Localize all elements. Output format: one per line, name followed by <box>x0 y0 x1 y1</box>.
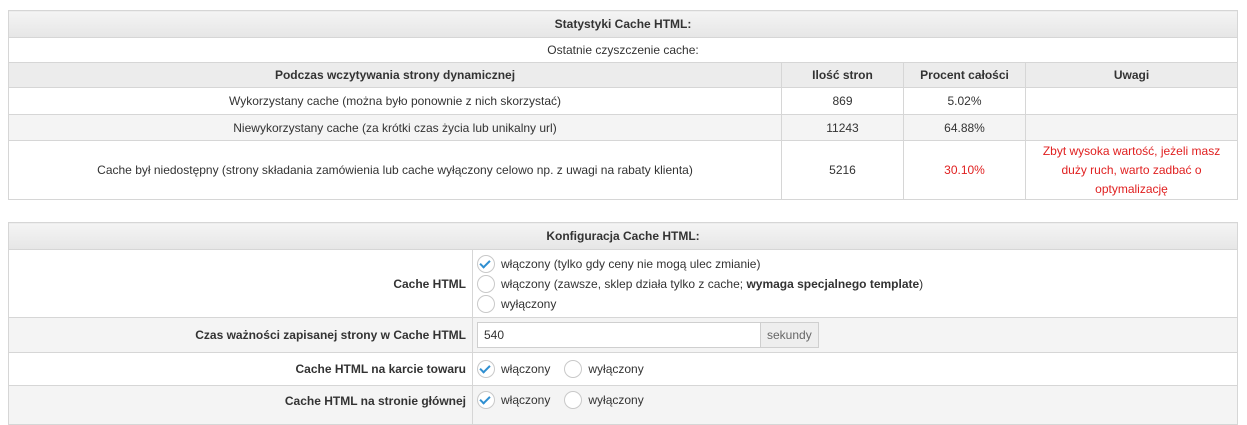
home-page-on-option[interactable]: włączony <box>477 390 550 410</box>
cache-html-label: Cache HTML <box>8 249 473 318</box>
col-header-count: Ilość stron <box>781 62 904 88</box>
stats-title: Statystyki Cache HTML: <box>7 10 1239 38</box>
radio-checked-icon[interactable] <box>477 391 495 409</box>
row-note <box>1024 87 1239 115</box>
cache-mode-option-always[interactable]: włączony (zawsze, sklep działa tylko z c… <box>477 274 1237 294</box>
row-label: Cache był niedostępny (strony składania … <box>8 140 782 200</box>
product-card-on-option[interactable]: włączony <box>477 359 550 379</box>
row-count: 869 <box>781 87 904 115</box>
table-row: Wykorzystany cache (można było ponownie … <box>8 87 1239 115</box>
col-header-notes: Uwagi <box>1024 62 1239 88</box>
col-header-context: Podczas wczytywania strony dynamicznej <box>8 62 782 88</box>
product-card-off-option[interactable]: wyłączony <box>564 359 644 379</box>
option-label: włączony (tylko gdy ceny nie mogą ulec z… <box>501 256 761 271</box>
home-page-cache-label: Cache HTML na stronie głównej <box>8 385 473 425</box>
expiry-label: Czas ważności zapisanej strony w Cache H… <box>8 317 473 353</box>
row-note-warning: Zbyt wysoka wartość, jeżeli masz duży ru… <box>1024 140 1239 200</box>
option-label: wyłączony <box>501 296 557 311</box>
seconds-unit-label: sekundy <box>761 322 819 348</box>
home-page-off-option[interactable]: wyłączony <box>564 390 644 410</box>
row-label: Wykorzystany cache (można było ponownie … <box>8 87 782 115</box>
option-label: włączony <box>501 393 551 407</box>
cache-stats-table: Statystyki Cache HTML: Ostatnie czyszcze… <box>7 10 1239 200</box>
option-label: wyłączony <box>588 362 644 376</box>
cache-html-options: włączony (tylko gdy ceny nie mogą ulec z… <box>471 249 1239 318</box>
expiry-input-group: sekundy <box>477 322 1237 348</box>
radio-unchecked-icon[interactable] <box>564 360 583 378</box>
last-clear-label: Ostatnie czyszczenie cache: <box>7 37 1239 63</box>
table-row: Cache był niedostępny (strony składania … <box>8 140 1239 200</box>
product-card-cache-label: Cache HTML na karcie towaru <box>8 352 473 386</box>
table-row: Niewykorzystany cache (za krótki czas ży… <box>8 114 1239 141</box>
row-count: 5216 <box>781 140 904 200</box>
option-label: włączony (zawsze, sklep działa tylko z c… <box>501 276 924 291</box>
cache-config-table: Konfiguracja Cache HTML: Cache HTML włąc… <box>7 222 1239 425</box>
radio-unchecked-icon[interactable] <box>564 391 583 409</box>
config-title: Konfiguracja Cache HTML: <box>7 222 1239 250</box>
expiry-seconds-input[interactable] <box>477 322 761 348</box>
row-label: Niewykorzystany cache (za krótki czas ży… <box>8 114 782 141</box>
cache-mode-option-disabled[interactable]: wyłączony <box>477 294 1237 314</box>
row-percent-alert: 30.10% <box>903 140 1026 200</box>
row-count: 11243 <box>781 114 904 141</box>
template-required-note: wymaga specjalnego template <box>746 276 920 291</box>
radio-unchecked-icon[interactable] <box>477 274 495 293</box>
radio-checked-icon[interactable] <box>477 254 495 273</box>
radio-checked-icon[interactable] <box>477 360 495 378</box>
row-percent: 5.02% <box>903 87 1026 115</box>
row-percent: 64.88% <box>903 114 1026 141</box>
col-header-percent: Procent całości <box>903 62 1026 88</box>
radio-unchecked-icon[interactable] <box>477 294 495 313</box>
option-label: wyłączony <box>588 393 644 407</box>
cache-mode-option-price-fixed[interactable]: włączony (tylko gdy ceny nie mogą ulec z… <box>477 254 1237 274</box>
option-label: włączony <box>501 362 551 376</box>
row-note <box>1024 114 1239 141</box>
